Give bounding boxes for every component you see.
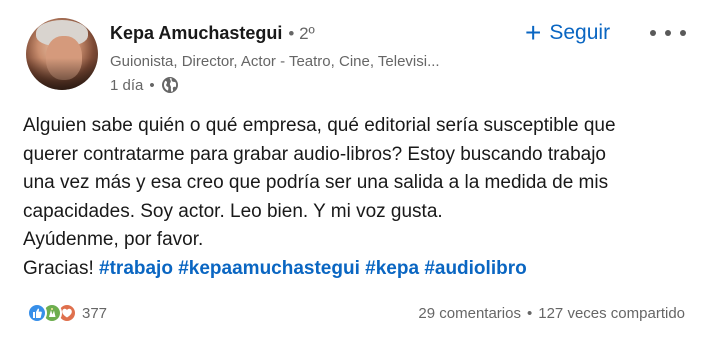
post-meta: 1 día • [110, 76, 179, 94]
meta-separator: • [149, 76, 155, 94]
thanks-text: Gracias! [23, 257, 100, 279]
author-avatar[interactable] [26, 18, 98, 90]
shares-count-link[interactable]: 127 veces compartido [538, 305, 685, 322]
hashtag-link[interactable]: #audiolibro [424, 258, 526, 279]
engagement-counts: 29 comentarios • 127 veces compartido [418, 305, 685, 322]
post-text-line: Alguien sabe quién o qué empresa, qué ed… [23, 115, 616, 136]
more-horizontal-icon [650, 30, 656, 36]
feed-post: Kepa Amuchastegui • 2º Guionista, Direct… [0, 0, 709, 342]
connection-degree: • 2º [288, 24, 314, 44]
post-text-line: querer contratarme para grabar audio-lib… [23, 143, 606, 165]
follow-button[interactable]: + Seguir [525, 18, 610, 48]
counts-separator: • [526, 305, 533, 322]
plus-icon: + [525, 17, 542, 48]
reactions-count: 377 [82, 304, 108, 322]
reactions-summary[interactable]: 377 [27, 302, 107, 324]
follow-label: Seguir [549, 21, 611, 44]
more-options-button[interactable] [650, 22, 686, 44]
hashtag-link[interactable]: #kepaamuchastegui [178, 258, 360, 279]
avatar-shade [26, 58, 98, 90]
post-time[interactable]: 1 día [110, 77, 143, 94]
post-text: Alguien sabe quién o qué empresa, qué ed… [23, 112, 693, 283]
post-text-last-line: Gracias! #trabajo #kepaamuchastegui #kep… [23, 255, 693, 284]
post-text-line: una vez más y esa creo que podría ser un… [23, 172, 609, 193]
degree-value: 2º [299, 24, 315, 43]
more-dot [665, 30, 671, 36]
globe-icon [161, 76, 179, 94]
hashtag-link[interactable]: #kepa [365, 258, 419, 279]
like-icon [27, 303, 47, 323]
more-dot [680, 30, 686, 36]
author-headline: Guionista, Director, Actor - Teatro, Cin… [110, 53, 440, 70]
author-name[interactable]: Kepa Amuchastegui [110, 23, 282, 44]
post-text-line: Ayúdenme, por favor. [23, 229, 204, 250]
post-text-line: capacidades. Soy actor. Leo bien. Y mi v… [23, 200, 443, 222]
author-name-line: Kepa Amuchastegui • 2º [110, 23, 315, 47]
hashtag-link[interactable]: #trabajo [99, 258, 173, 279]
comments-count-link[interactable]: 29 comentarios [418, 305, 521, 322]
degree-separator: • [288, 24, 295, 43]
